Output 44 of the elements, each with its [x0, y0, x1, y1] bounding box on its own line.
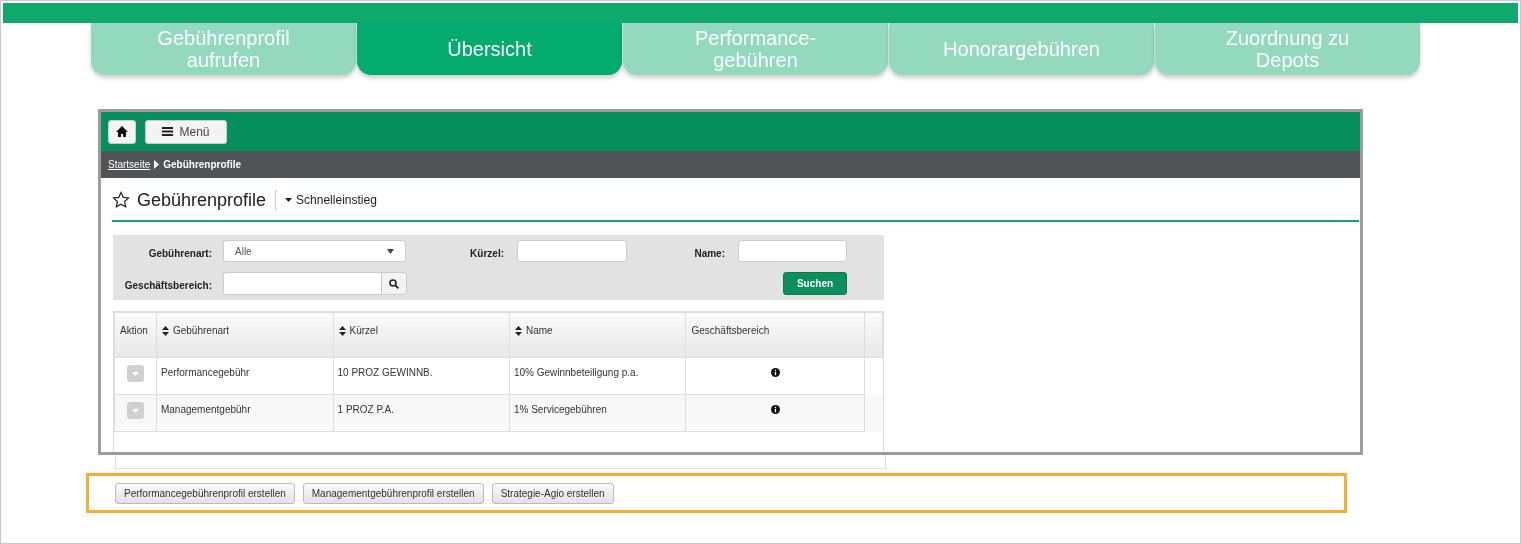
sort-icon — [338, 325, 346, 336]
caret-right-icon — [154, 160, 160, 169]
breadcrumb-current: Gebührenprofile — [163, 158, 242, 172]
column-header: Geschäftsbereich — [691, 324, 770, 338]
table-cell: 1% Servicegebühren — [513, 404, 607, 415]
menu-button[interactable]: Menü — [145, 119, 227, 144]
breadcrumb-link[interactable]: Startseite — [108, 157, 151, 172]
menu-icon — [162, 127, 174, 136]
table-cell: 10 PROZ GEWINNB. — [337, 367, 433, 378]
field-label: Kürzel: — [470, 247, 504, 261]
table-cell: Performancegebühr — [160, 367, 250, 378]
home-icon — [116, 126, 128, 137]
field-label: Name: — [694, 247, 725, 261]
table-cell: 1 PROZ P.A. — [337, 404, 395, 415]
create-button[interactable]: Performancegebührenprofil erstellen — [115, 482, 295, 504]
column-header[interactable]: Gebührenart — [172, 323, 230, 338]
short-name-field[interactable] — [517, 240, 627, 262]
table-cell: 10% Gewinnbeteiligung p.a. — [513, 367, 639, 378]
create-button[interactable]: Strategie-Agio erstellen — [491, 482, 614, 504]
column-header[interactable]: Name — [525, 323, 553, 338]
table-cell: Managementgebühr — [160, 404, 251, 415]
business-area-field[interactable] — [223, 272, 382, 295]
quick-entry-dropdown[interactable]: Schnelleinstieg — [285, 191, 377, 209]
search-icon — [389, 278, 399, 289]
caret-down-icon — [132, 371, 139, 376]
caret-down-icon — [387, 248, 394, 254]
field-label: Gebührenart: — [148, 247, 212, 261]
sort-icon — [161, 325, 169, 336]
fee-type-select[interactable]: Alle — [223, 240, 406, 262]
page-title: Gebührenprofile — [137, 188, 267, 212]
home-button[interactable] — [108, 119, 136, 144]
info-icon[interactable] — [770, 404, 780, 414]
star-icon[interactable] — [112, 191, 130, 209]
search-submit-button[interactable]: Suchen — [783, 272, 847, 295]
create-button[interactable]: Managementgebührenprofil erstellen — [302, 482, 484, 504]
sort-icon — [514, 325, 522, 336]
caret-down-icon — [285, 198, 293, 202]
field-label: Geschäftsbereich: — [124, 279, 212, 293]
column-header[interactable]: Kürzel — [349, 323, 378, 338]
search-button[interactable] — [381, 272, 407, 295]
name-field[interactable] — [738, 240, 847, 262]
caret-down-icon — [132, 408, 139, 413]
info-icon[interactable] — [770, 367, 780, 377]
column-header: Aktion — [120, 324, 148, 338]
